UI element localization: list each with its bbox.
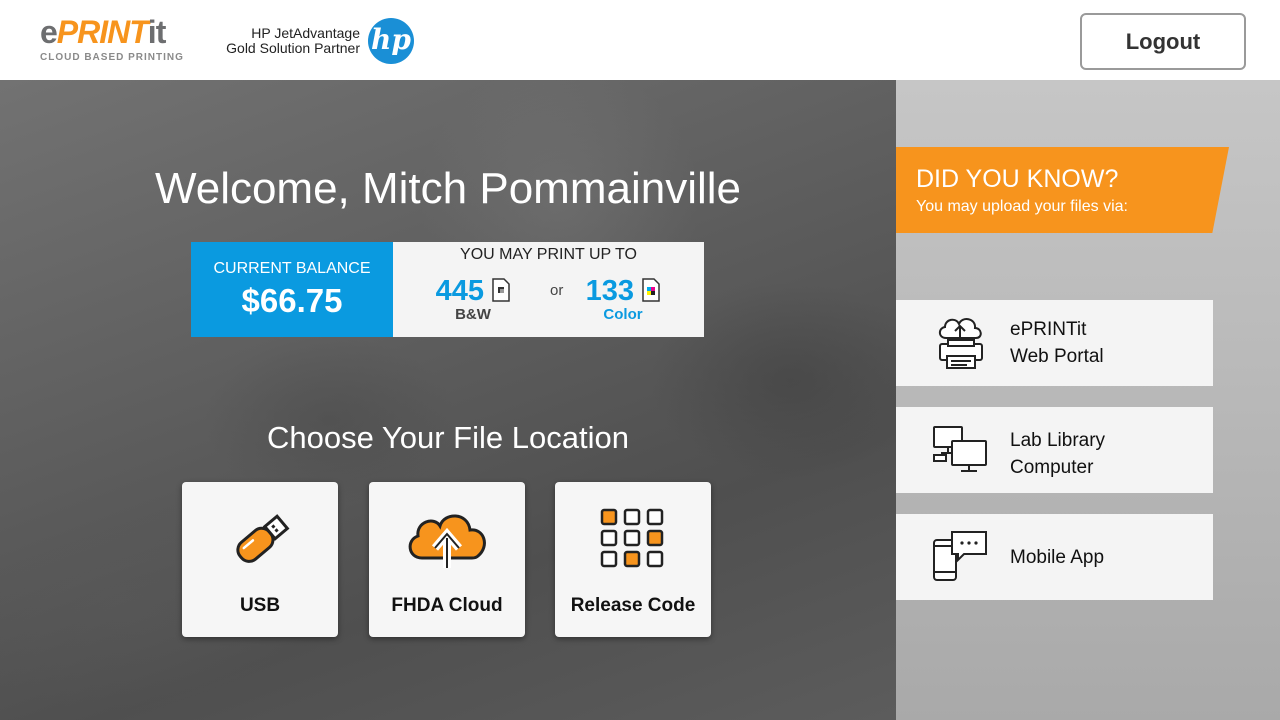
main-panel: Welcome, Mitch Pommainville CURRENT BALA… bbox=[0, 80, 896, 720]
lab-library-line-2: Computer bbox=[1010, 457, 1094, 478]
print-up-to-label: YOU MAY PRINT UP TO bbox=[460, 246, 637, 263]
eprintit-web-portal-item[interactable]: ePRINTit Web Portal bbox=[896, 300, 1213, 386]
balance-box: CURRENT BALANCE $66.75 YOU MAY PRINT UP … bbox=[191, 242, 704, 337]
current-balance-panel: CURRENT BALANCE $66.75 bbox=[191, 242, 393, 337]
usb-label: USB bbox=[239, 595, 281, 616]
logo-part-print: PRINT bbox=[56, 14, 149, 50]
lab-library-computer-item[interactable]: Lab Library Computer bbox=[896, 407, 1213, 493]
sidebar: DID YOU KNOW? You may upload your files … bbox=[896, 80, 1280, 720]
current-balance-value: $66.75 bbox=[241, 282, 343, 319]
eprintit-logo: ePRINTit CLOUD BASED PRINTING bbox=[40, 14, 184, 66]
did-you-know-title: DID YOU KNOW? bbox=[916, 165, 1119, 193]
fhda-cloud-tile[interactable]: FHDA Cloud bbox=[369, 482, 525, 637]
mobile-chat-icon bbox=[933, 531, 987, 581]
logout-button[interactable]: Logout bbox=[1080, 13, 1246, 70]
partner-line-1: HP JetAdvantage bbox=[251, 25, 360, 41]
lab-library-line-1: Lab Library bbox=[1010, 430, 1106, 451]
welcome-heading: Welcome, Mitch Pommainville bbox=[154, 164, 741, 213]
bw-count-group: 445 B&W bbox=[433, 276, 513, 323]
release-code-tile[interactable]: Release Code bbox=[555, 482, 711, 637]
did-you-know-banner: DID YOU KNOW? You may upload your files … bbox=[896, 147, 1229, 233]
mobile-app-line-1: Mobile App bbox=[1010, 547, 1105, 568]
print-capacity-panel: YOU MAY PRINT UP TO 445 B&W or 133 Color bbox=[393, 242, 704, 337]
color-count-group: 133 Color bbox=[583, 276, 663, 323]
did-you-know-subtitle: You may upload your files via: bbox=[916, 198, 1128, 215]
color-page-icon bbox=[642, 278, 661, 302]
logo-tagline: CLOUD BASED PRINTING bbox=[40, 52, 184, 63]
fhda-cloud-label: FHDA Cloud bbox=[391, 595, 503, 616]
or-text: or bbox=[550, 282, 564, 299]
color-count: 133 bbox=[585, 275, 634, 307]
usb-drive-icon bbox=[236, 514, 290, 563]
web-portal-line-2: Web Portal bbox=[1010, 346, 1104, 367]
color-label: Color bbox=[603, 306, 643, 323]
cloud-upload-icon bbox=[408, 514, 486, 568]
logo-part-e: e bbox=[40, 14, 58, 50]
release-code-label: Release Code bbox=[570, 595, 696, 616]
bw-page-icon bbox=[492, 278, 511, 302]
bw-label: B&W bbox=[455, 306, 491, 323]
bw-count: 445 bbox=[435, 275, 484, 307]
choose-location-heading: Choose Your File Location bbox=[267, 420, 629, 455]
partner-line-2: Gold Solution Partner bbox=[226, 40, 360, 56]
partner-text: HP JetAdvantage Gold Solution Partner bbox=[212, 26, 360, 56]
computers-icon bbox=[933, 426, 987, 472]
cloud-printer-icon bbox=[938, 318, 983, 369]
keypad-icon bbox=[600, 508, 664, 568]
current-balance-label: CURRENT BALANCE bbox=[213, 260, 371, 277]
hp-logo: hp bbox=[368, 18, 414, 64]
usb-tile[interactable]: USB bbox=[182, 482, 338, 637]
logo-part-it: it bbox=[147, 14, 167, 50]
mobile-app-item[interactable]: Mobile App bbox=[896, 514, 1213, 600]
header: ePRINTit CLOUD BASED PRINTING HP JetAdva… bbox=[0, 0, 1280, 80]
web-portal-line-1: ePRINTit bbox=[1010, 319, 1087, 340]
